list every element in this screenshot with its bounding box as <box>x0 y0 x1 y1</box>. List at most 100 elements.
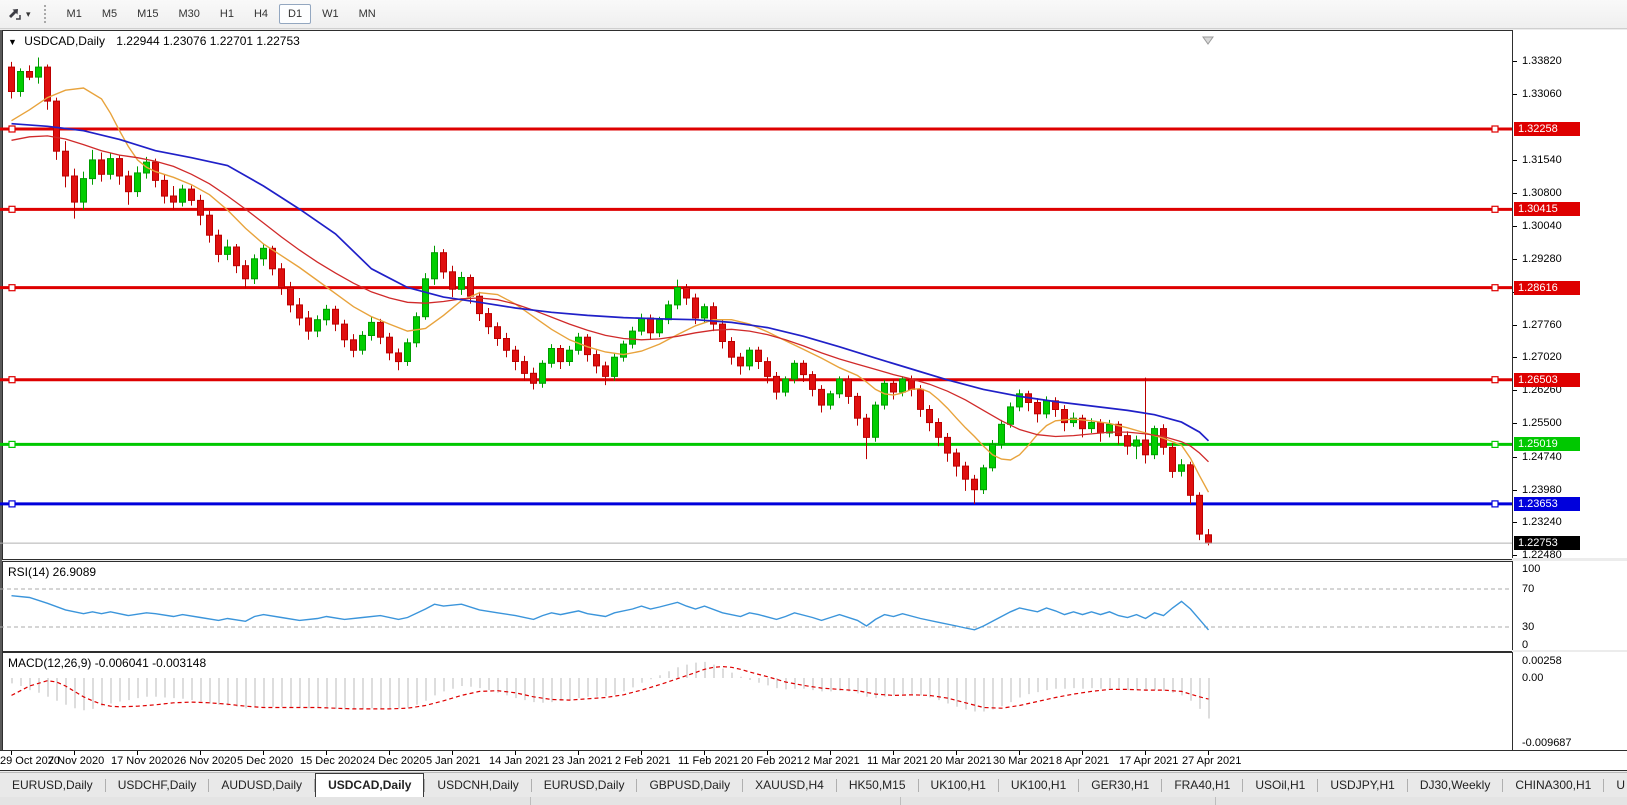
price-tick <box>1513 61 1517 62</box>
macd-canvas[interactable] <box>0 653 1512 749</box>
price-tick <box>1513 390 1517 391</box>
date-tick-label: 20 Feb 2021 <box>741 755 803 767</box>
chart-tab-u[interactable]: U <box>1604 774 1627 797</box>
status-bar <box>0 797 1627 805</box>
symbol-dropdown-icon[interactable]: ▼ <box>8 37 17 47</box>
cursor-tool-button[interactable]: ▾ <box>4 4 34 24</box>
level-line-handle[interactable] <box>1491 500 1499 508</box>
chart-tab-xauusd-h4[interactable]: XAUUSD,H4 <box>743 774 836 797</box>
price-tick <box>1513 94 1517 95</box>
macd-axis-tick-label: 0.00258 <box>1522 655 1562 667</box>
price-tick <box>1513 522 1517 523</box>
chart-tab-uk100-h1[interactable]: UK100,H1 <box>919 774 998 797</box>
price-axis[interactable]: 1.33820 1.33060 1.31540 1.30800 1.30040 1.292… <box>1512 30 1627 750</box>
timeframe-button-MN[interactable]: MN <box>350 4 385 24</box>
timeframe-button-M30[interactable]: M30 <box>170 4 209 24</box>
date-tick-label: 5 Jan 2021 <box>426 755 481 767</box>
price-tick-label: 1.33060 <box>1522 88 1562 100</box>
date-tick-label: 14 Jan 2021 <box>489 755 550 767</box>
chart-tab-eurusd-daily[interactable]: EURUSD,Daily <box>532 774 637 797</box>
price-tick-label: 1.33820 <box>1522 55 1562 67</box>
price-tick-label: 1.29280 <box>1522 253 1562 265</box>
chart-tab-usdcnh-daily[interactable]: USDCNH,Daily <box>425 774 530 797</box>
level-line-handle[interactable] <box>1491 125 1499 133</box>
status-divider <box>530 797 531 805</box>
timeframe-button-M1[interactable]: M1 <box>58 4 91 24</box>
price-tick-label: 1.27760 <box>1522 319 1562 331</box>
panel-divider[interactable] <box>1512 558 1627 561</box>
chart-tab-usdjpy-h1[interactable]: USDJPY,H1 <box>1318 774 1406 797</box>
price-tick <box>1513 160 1517 161</box>
level-line-handle[interactable] <box>8 500 16 508</box>
timeframe-button-H1[interactable]: H1 <box>211 4 243 24</box>
chart-tab-ger30-h1[interactable]: GER30,H1 <box>1079 774 1161 797</box>
chart-tab-audusd-daily[interactable]: AUDUSD,Daily <box>209 774 314 797</box>
rsi-axis-label <box>1513 621 1517 622</box>
price-tick-label: 1.23240 <box>1522 516 1562 528</box>
chart-tab-hk50-m15[interactable]: HK50,M15 <box>837 774 918 797</box>
chart-title: ▼ USDCAD,Daily 1.22944 1.23076 1.22701 1… <box>8 34 300 48</box>
chart-tab-fra40-h1[interactable]: FRA40,H1 <box>1162 774 1242 797</box>
level-line-handle[interactable] <box>8 284 16 292</box>
price-chart-canvas[interactable] <box>0 31 1512 557</box>
macd-label: MACD(12,26,9) -0.006041 -0.003148 <box>8 656 207 670</box>
rsi-label: RSI(14) 26.9089 <box>8 565 97 579</box>
timeframe-button-M15[interactable]: M15 <box>128 4 167 24</box>
price-tick <box>1513 555 1517 556</box>
chart-tab-usdchf-daily[interactable]: USDCHF,Daily <box>106 774 209 797</box>
level-price-label: 1.32258 <box>1514 122 1580 136</box>
level-line-handle[interactable] <box>1491 284 1499 292</box>
level-line-handle[interactable] <box>8 205 16 213</box>
timeframe-button-M5[interactable]: M5 <box>93 4 126 24</box>
chart-tab-usdcad-daily[interactable]: USDCAD,Daily <box>315 773 425 797</box>
rsi-canvas[interactable] <box>0 562 1512 649</box>
level-price-label: 1.30415 <box>1514 202 1580 216</box>
tabs-holder: EURUSD,Daily USDCHF,Daily AUDUSD,Daily USDC… <box>0 773 1627 797</box>
chart-tab-usoil-h1[interactable]: USOil,H1 <box>1243 774 1317 797</box>
chart-title-symbol: USDCAD,Daily <box>24 34 105 48</box>
toolbar-grip[interactable] <box>43 5 49 23</box>
chart-tab-china300-h1[interactable]: CHINA300,H1 <box>1503 774 1603 797</box>
rsi-axis-tick-label: 100 <box>1522 563 1541 575</box>
rsi-axis-label <box>1513 583 1517 584</box>
level-line-handle[interactable] <box>8 125 16 133</box>
level-line-handle[interactable] <box>1491 205 1499 213</box>
chart-title-quotes: 1.22944 1.23076 1.22701 1.22753 <box>116 34 300 48</box>
chart-tab-uk100-h1[interactable]: UK100,H1 <box>999 774 1078 797</box>
timeframe-button-H4[interactable]: H4 <box>245 4 277 24</box>
chart-tab-eurusd-daily[interactable]: EURUSD,Daily <box>0 774 105 797</box>
price-tick <box>1513 259 1517 260</box>
date-axis[interactable]: 29 Oct 2020 7 Nov 2020 17 Nov 2020 26 Nov 2… <box>0 750 1627 771</box>
status-divider <box>900 797 901 805</box>
price-tick-label: 1.30800 <box>1522 187 1562 199</box>
level-line-handle[interactable] <box>8 376 16 384</box>
level-line-handle[interactable] <box>1491 440 1499 448</box>
price-tick <box>1513 325 1517 326</box>
chart-tab-bar: EURUSD,Daily USDCHF,Daily AUDUSD,Daily USDC… <box>0 772 1627 797</box>
chart-tab-dj30-weekly[interactable]: DJ30,Weekly <box>1408 774 1502 797</box>
level-line-handle[interactable] <box>8 440 16 448</box>
panel-divider[interactable] <box>1512 650 1627 652</box>
date-tick-label: 5 Dec 2020 <box>237 755 294 767</box>
date-tick-label: 11 Mar 2021 <box>867 755 928 767</box>
level-line-handle[interactable] <box>1491 376 1499 384</box>
price-tick-label: 1.31540 <box>1522 154 1562 166</box>
price-tick <box>1513 226 1517 227</box>
rsi-axis-label <box>1513 563 1517 564</box>
level-price-label: 1.23653 <box>1514 497 1580 511</box>
price-tick-label: 1.24740 <box>1522 451 1562 463</box>
price-tick <box>1513 457 1517 458</box>
status-divider <box>1215 797 1216 805</box>
date-tick-label: 8 Apr 2021 <box>1056 755 1110 767</box>
chart-tab-gbpusd-daily[interactable]: GBPUSD,Daily <box>637 774 742 797</box>
chart-shift-marker[interactable] <box>1202 36 1214 45</box>
candlestick-series <box>8 57 1212 546</box>
date-tick-label: 24 Dec 2020 <box>363 755 426 767</box>
mt4-terminal: { "toolbar": { "timeframes": ["M1","M5",… <box>0 0 1627 805</box>
date-tick-label: 7 Nov 2020 <box>48 755 105 767</box>
current-price-label: 1.22753 <box>1514 536 1580 550</box>
price-tick <box>1513 357 1517 358</box>
timeframe-button-D1[interactable]: D1 <box>279 4 312 24</box>
cursor-tool-icon <box>9 9 21 20</box>
timeframe-button-W1[interactable]: W1 <box>313 4 348 24</box>
